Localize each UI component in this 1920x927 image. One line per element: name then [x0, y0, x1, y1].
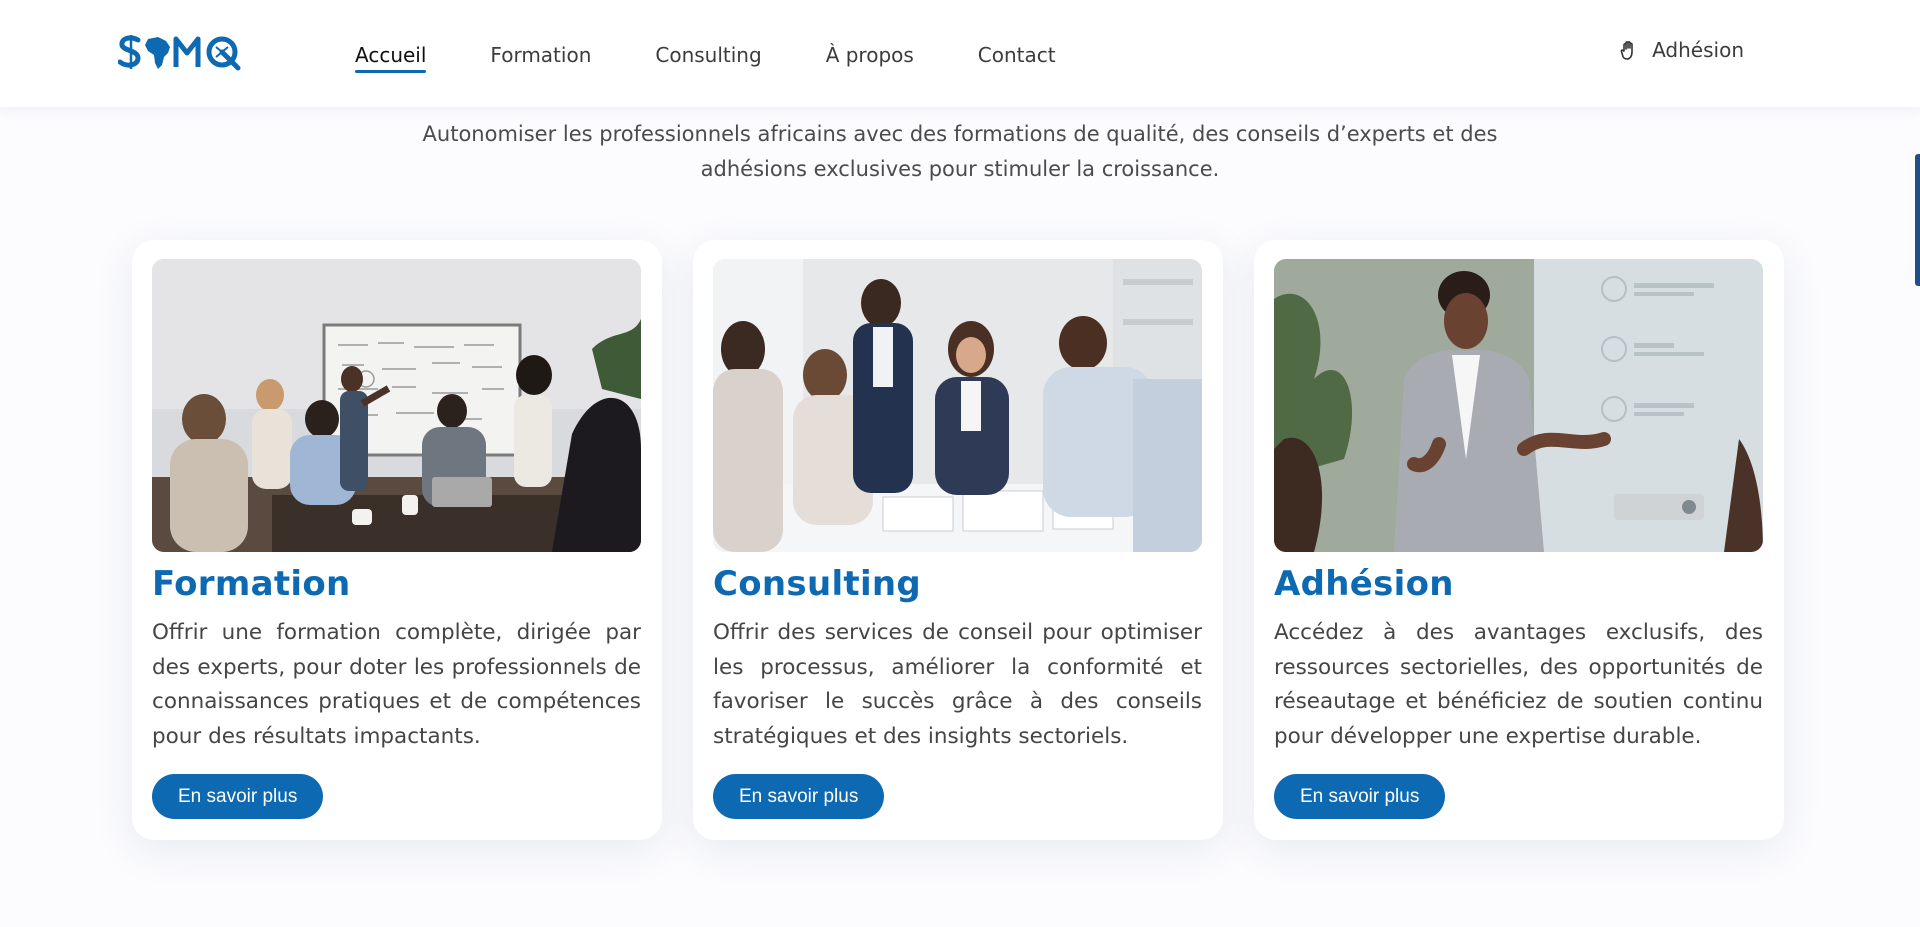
speaker-presentation-photo: [1274, 259, 1763, 552]
intro-line-1: Autonomiser les professionnels africains…: [422, 122, 1498, 146]
card-adhesion: Adhésion Accédez à des avantages exclusi…: [1254, 240, 1784, 840]
card-title: Adhésion: [1274, 564, 1454, 604]
learn-more-button[interactable]: En savoir plus: [152, 774, 324, 819]
team-training-whiteboard-photo: [152, 259, 641, 552]
card-formation: Formation Offrir une formation complète,…: [132, 240, 662, 840]
join-link-label: Adhésion: [1652, 38, 1744, 62]
card-title: Consulting: [713, 564, 922, 604]
nav-item-accueil[interactable]: Accueil: [355, 33, 427, 75]
learn-more-button[interactable]: En savoir plus: [1274, 774, 1446, 819]
card-title: Formation: [152, 564, 351, 604]
card-description: Offrir une formation complète, dirigée p…: [152, 620, 641, 749]
consultants-meeting-photo: [713, 259, 1202, 552]
card-description: Accédez à des avantages exclusifs, des r…: [1274, 620, 1763, 749]
intro-text: Autonomiser les professionnels africains…: [0, 117, 1920, 187]
card-consulting: Consulting Offrir des services de consei…: [693, 240, 1223, 840]
nav-item-consulting[interactable]: Consulting: [655, 33, 761, 75]
intro-line-2: adhésions exclusives pour stimuler la cr…: [700, 157, 1220, 181]
site-header: Accueil Formation Consulting À propos Co…: [0, 0, 1920, 107]
hand-icon: [1618, 39, 1640, 61]
samq-logo[interactable]: [117, 33, 246, 71]
nav-item-formation[interactable]: Formation: [490, 33, 591, 75]
card-description: Offrir des services de conseil pour opti…: [713, 620, 1202, 749]
join-link[interactable]: Adhésion: [1618, 38, 1744, 62]
nav-item-a-propos[interactable]: À propos: [826, 33, 914, 75]
learn-more-button[interactable]: En savoir plus: [713, 774, 885, 819]
services-cards: Formation Offrir une formation complète,…: [132, 240, 1784, 840]
nav-item-contact[interactable]: Contact: [978, 33, 1056, 75]
main-nav: Accueil Formation Consulting À propos Co…: [355, 0, 1120, 107]
